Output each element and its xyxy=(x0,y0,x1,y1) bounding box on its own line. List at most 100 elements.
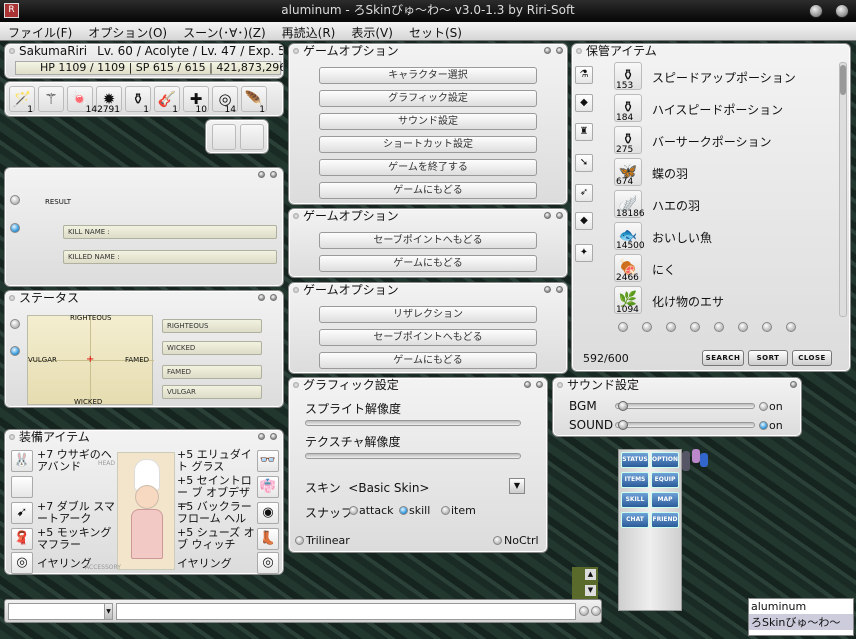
option-shortcut-button[interactable]: OPTION xyxy=(651,452,679,468)
close-dot[interactable] xyxy=(556,286,563,293)
storage-item-name[interactable]: 化け物のエサ xyxy=(652,293,724,310)
close-window-button[interactable] xyxy=(835,4,849,18)
snap-item-radio[interactable] xyxy=(441,506,450,515)
storage-page-dot[interactable] xyxy=(738,322,748,332)
result-radio-2[interactable] xyxy=(10,223,20,233)
tab-misc-icon[interactable]: ◆ xyxy=(575,94,593,112)
chat-shortcut-button[interactable]: CHAT xyxy=(621,512,649,528)
close-dot[interactable] xyxy=(790,381,797,388)
buckler-icon[interactable]: ◉ xyxy=(257,502,279,524)
status-shortcut-button[interactable]: STATUS xyxy=(621,452,649,468)
chat-mode-radio-1[interactable] xyxy=(579,606,589,616)
equip-shoes[interactable]: +5 シューズ オブ ウィッチ xyxy=(177,527,257,551)
sound-knob[interactable] xyxy=(618,420,628,430)
equip-shortcut-button[interactable]: EQUIP xyxy=(651,472,679,488)
storage-item-name[interactable]: スピードアップポーション xyxy=(652,69,796,86)
storage-page-dot[interactable] xyxy=(690,322,700,332)
status-radio-2[interactable] xyxy=(10,346,20,356)
texture-resolution-slider[interactable] xyxy=(305,453,521,459)
map-shortcut-button[interactable]: MAP xyxy=(651,492,679,508)
storage-item-name[interactable]: ハイスピードポーション xyxy=(652,101,783,118)
minimize-dot[interactable] xyxy=(258,294,265,301)
result-radio-1[interactable] xyxy=(10,195,20,205)
hotbar-slot[interactable]: ⚚ xyxy=(38,86,64,112)
char-info-panel[interactable]: SakumaRiri Lv. 60 / Acolyte / Lv. 47 / Ex… xyxy=(4,43,284,79)
tab-card-icon[interactable]: ◆ xyxy=(575,212,593,230)
storage-page-dot[interactable] xyxy=(762,322,772,332)
storage-page-dot[interactable] xyxy=(666,322,676,332)
return-to-game-button[interactable]: ゲームにもどる xyxy=(319,255,537,272)
skin-dropdown-button[interactable]: ▼ xyxy=(509,478,525,494)
quick-slot-2[interactable] xyxy=(240,124,264,150)
whisper-dropdown-icon[interactable]: ▼ xyxy=(104,603,113,620)
tab-consumable-icon[interactable]: ⚗ xyxy=(575,66,593,84)
return-savepoint-button[interactable]: セーブポイントへもどる xyxy=(319,232,537,249)
sound-slider[interactable] xyxy=(615,420,755,430)
bgm-slider[interactable] xyxy=(615,401,755,411)
close-dot[interactable] xyxy=(556,47,563,54)
minimize-dot[interactable] xyxy=(544,286,551,293)
close-dot[interactable] xyxy=(556,212,563,219)
minimize-dot[interactable] xyxy=(258,433,265,440)
close-dot[interactable] xyxy=(270,171,277,178)
shortcut-settings-button[interactable]: ショートカット設定 xyxy=(319,136,537,153)
graphics-settings-button[interactable]: グラフィック設定 xyxy=(319,90,537,107)
storage-page-dot[interactable] xyxy=(642,322,652,332)
whisper-target-input[interactable] xyxy=(8,603,112,620)
friend-shortcut-button[interactable]: FRIEND xyxy=(651,512,679,528)
hotbar-slot[interactable]: 🪄 1 xyxy=(9,86,35,115)
game-viewport[interactable]: SakumaRiri Lv. 60 / Acolyte / Lv. 47 / Ex… xyxy=(0,41,856,639)
trilinear-radio[interactable] xyxy=(295,536,304,545)
storage-item-name[interactable]: にく xyxy=(652,261,676,278)
hotbar-slot[interactable]: ✹ 142791 xyxy=(86,86,122,115)
storage-page-dot[interactable] xyxy=(786,322,796,332)
minimize-dot[interactable] xyxy=(258,171,265,178)
items-shortcut-button[interactable]: ITEMS xyxy=(621,472,649,488)
snap-attack-radio[interactable] xyxy=(349,506,358,515)
scroll-down-icon[interactable]: ▼ xyxy=(585,585,596,596)
equip-weapon[interactable]: +7 ダブル スマートアーク xyxy=(37,501,117,525)
close-dot[interactable] xyxy=(270,294,277,301)
storage-item-name[interactable]: バーサークポーション xyxy=(652,133,772,150)
bgm-on-radio[interactable] xyxy=(759,402,768,411)
storage-scrollbar[interactable] xyxy=(839,62,847,317)
scroll-up-icon[interactable]: ▲ xyxy=(585,569,596,580)
close-dot[interactable] xyxy=(270,433,277,440)
storage-scroll-thumb[interactable] xyxy=(840,65,846,95)
sort-button[interactable]: SORT xyxy=(748,350,788,366)
return-to-game-button[interactable]: ゲームにもどる xyxy=(319,182,537,199)
hotbar-slot[interactable]: 🎸 1 xyxy=(154,86,180,115)
storage-item-name[interactable]: 蝶の羽 xyxy=(652,165,688,182)
earring-right-icon[interactable]: ◎ xyxy=(257,552,279,574)
storage-page-dot[interactable] xyxy=(714,322,724,332)
return-to-game-button[interactable]: ゲームにもどる xyxy=(319,352,537,369)
earring-icon[interactable]: ◎ xyxy=(11,552,33,574)
skill-shortcut-button[interactable]: SKILL xyxy=(621,492,649,508)
close-dot[interactable] xyxy=(536,381,543,388)
muffler-icon[interactable]: 🧣 xyxy=(11,528,33,550)
sound-on-radio[interactable] xyxy=(759,421,768,430)
menu-set[interactable]: セット(S) xyxy=(401,22,470,40)
sprite-resolution-slider[interactable] xyxy=(305,420,521,426)
menu-file[interactable]: ファイル(F) xyxy=(0,22,80,40)
equip-accessory-right[interactable]: イヤリング xyxy=(177,555,232,571)
bow-icon[interactable]: ➹ xyxy=(11,502,33,524)
storage-page-dot[interactable] xyxy=(618,322,628,332)
equip-glasses[interactable]: +5 エリュダイト グラス xyxy=(177,449,257,473)
close-button[interactable]: CLOSE xyxy=(792,350,832,366)
minimize-dot[interactable] xyxy=(524,381,531,388)
minimize-dot[interactable] xyxy=(544,47,551,54)
empty-slot-icon[interactable] xyxy=(11,476,33,498)
shoes-icon[interactable]: 👢 xyxy=(257,528,279,550)
equip-accessory-left[interactable]: イヤリング xyxy=(37,555,92,571)
tab-armor-icon[interactable]: ♜ xyxy=(575,123,593,141)
menu-reload[interactable]: 再読込(R) xyxy=(274,22,344,40)
minimize-dot[interactable] xyxy=(544,212,551,219)
tab-weapon-icon[interactable]: ➘ xyxy=(575,154,593,172)
tab-pet-icon[interactable]: ✦ xyxy=(575,244,593,262)
chat-mode-radio-2[interactable] xyxy=(591,606,601,616)
equip-shield[interactable]: +5 バックラー フローム ヘル xyxy=(177,501,257,525)
hotbar-slot[interactable]: 🪶 1 xyxy=(241,86,267,115)
noctrl-radio[interactable] xyxy=(493,536,502,545)
quick-slot-1[interactable] xyxy=(212,124,236,150)
